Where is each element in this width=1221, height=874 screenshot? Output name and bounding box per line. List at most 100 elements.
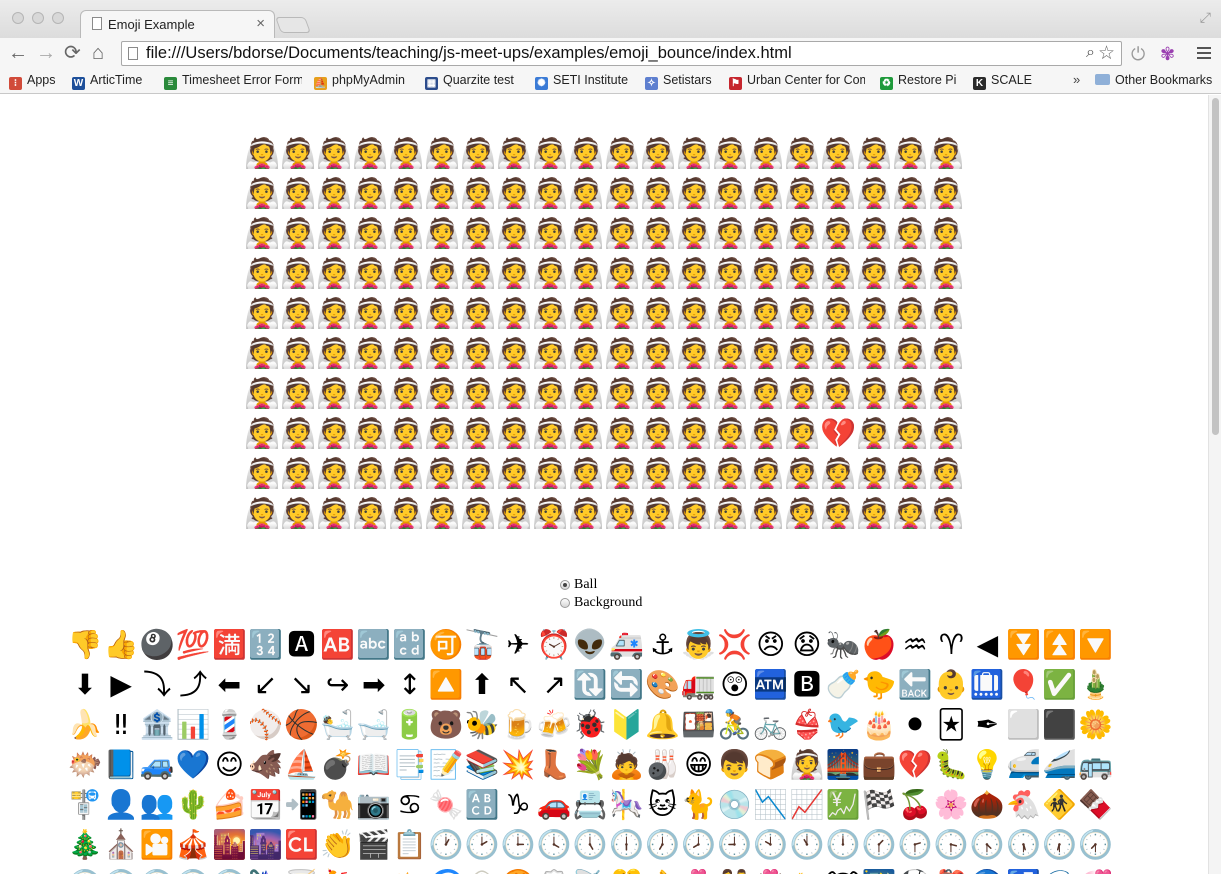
- palette-emoji-option[interactable]: ↕: [392, 667, 428, 703]
- bookmark-scale[interactable]: K SCALE: [973, 73, 1032, 90]
- palette-emoji-option[interactable]: 🔵: [969, 867, 1005, 874]
- palette-emoji-option[interactable]: 🍬: [428, 787, 464, 823]
- grid-tile[interactable]: 👰: [424, 295, 460, 331]
- palette-emoji-option[interactable]: 👼: [681, 627, 717, 663]
- grid-tile[interactable]: 👰: [388, 295, 424, 331]
- palette-emoji-option[interactable]: 🕓: [536, 827, 572, 863]
- palette-emoji-option[interactable]: 🚄: [1042, 747, 1078, 783]
- palette-emoji-option[interactable]: 🍌: [67, 707, 103, 743]
- palette-emoji-option[interactable]: 💡: [969, 747, 1005, 783]
- palette-emoji-option[interactable]: 🚑: [608, 627, 644, 663]
- grid-tile[interactable]: 👰: [604, 335, 640, 371]
- grid-tile[interactable]: 👰: [712, 495, 748, 531]
- palette-emoji-option[interactable]: 🃏: [933, 707, 969, 743]
- palette-emoji-option[interactable]: 😁: [681, 747, 717, 783]
- palette-emoji-option[interactable]: 🍥: [536, 867, 572, 874]
- grid-tile[interactable]: 👰: [892, 455, 928, 491]
- palette-emoji-option[interactable]: 🐮: [825, 867, 861, 874]
- palette-emoji-option[interactable]: 🕒: [500, 827, 536, 863]
- palette-emoji-option[interactable]: 🎪: [175, 827, 211, 863]
- grid-tile[interactable]: 👰: [532, 215, 568, 251]
- palette-emoji-option[interactable]: 🎠: [608, 787, 644, 823]
- palette-emoji-option[interactable]: ♋: [392, 787, 428, 823]
- palette-emoji-option[interactable]: 🚏: [67, 787, 103, 823]
- palette-emoji-option[interactable]: 💢: [717, 627, 753, 663]
- grid-tile[interactable]: 👰: [388, 495, 424, 531]
- grid-tile[interactable]: 👰: [856, 295, 892, 331]
- grid-tile[interactable]: 👰: [460, 295, 496, 331]
- grid-tile[interactable]: 👰: [280, 495, 316, 531]
- palette-emoji-option[interactable]: 🕠: [1005, 827, 1041, 863]
- palette-emoji-option[interactable]: ♈: [933, 627, 969, 663]
- palette-emoji-option[interactable]: 🍙: [464, 867, 500, 874]
- grid-tile[interactable]: 👰: [748, 415, 784, 451]
- grid-tile[interactable]: 👰: [424, 455, 460, 491]
- bookmark-phpmyadmin[interactable]: ⛵ phpMyAdmin: [314, 73, 405, 90]
- palette-emoji-option[interactable]: 🍒: [897, 787, 933, 823]
- fullscreen-icon[interactable]: ⤢: [1200, 9, 1211, 26]
- palette-emoji-option[interactable]: 🚲: [753, 707, 789, 743]
- grid-tile[interactable]: 👰: [280, 455, 316, 491]
- palette-emoji-option[interactable]: 🔢: [247, 627, 283, 663]
- grid-tile[interactable]: 👰: [928, 175, 964, 211]
- grid-tile[interactable]: 👰: [784, 255, 820, 291]
- grid-tile[interactable]: 👰: [532, 135, 568, 171]
- palette-emoji-option[interactable]: 🕣: [67, 867, 103, 874]
- palette-emoji-option[interactable]: 🅱: [789, 667, 825, 703]
- palette-emoji-option[interactable]: 🕑: [464, 827, 500, 863]
- palette-emoji-option[interactable]: 🔡: [392, 627, 428, 663]
- palette-emoji-option[interactable]: 🆎: [320, 627, 356, 663]
- grid-tile[interactable]: 👰: [748, 215, 784, 251]
- palette-emoji-option[interactable]: 🅰: [284, 627, 320, 663]
- grid-tile[interactable]: 👰: [496, 415, 532, 451]
- palette-emoji-option[interactable]: 🕗: [681, 827, 717, 863]
- grid-tile[interactable]: 👰: [820, 175, 856, 211]
- grid-tile[interactable]: 👰: [856, 495, 892, 531]
- grid-tile[interactable]: 👰: [460, 375, 496, 411]
- palette-emoji-option[interactable]: 💼: [861, 747, 897, 783]
- grid-tile[interactable]: 👰: [496, 335, 532, 371]
- grid-tile[interactable]: 👰: [460, 335, 496, 371]
- palette-emoji-option[interactable]: 🎬: [356, 827, 392, 863]
- palette-emoji-option[interactable]: 🐞: [572, 707, 608, 743]
- grid-tile[interactable]: 👰: [388, 335, 424, 371]
- grid-tile[interactable]: 👰: [568, 135, 604, 171]
- palette-emoji-option[interactable]: 🎳: [645, 747, 681, 783]
- palette-emoji-option[interactable]: ⤵: [139, 667, 175, 703]
- palette-emoji-option[interactable]: 😊: [211, 747, 247, 783]
- palette-emoji-option[interactable]: 🏦: [139, 707, 175, 743]
- grid-tile[interactable]: 👰: [928, 455, 964, 491]
- grid-tile[interactable]: 👰: [676, 295, 712, 331]
- grid-tile[interactable]: 👰: [640, 335, 676, 371]
- grid-tile[interactable]: 👰: [316, 455, 352, 491]
- palette-emoji-option[interactable]: 🎊: [608, 867, 644, 874]
- palette-emoji-option[interactable]: 🔰: [608, 707, 644, 743]
- grid-tile[interactable]: 👰: [640, 255, 676, 291]
- grid-tile[interactable]: 👰: [280, 215, 316, 251]
- grid-tile[interactable]: 👰: [712, 415, 748, 451]
- palette-emoji-option[interactable]: ⏰: [536, 627, 572, 663]
- palette-emoji-option[interactable]: 🌂: [247, 867, 283, 874]
- grid-tile[interactable]: 👰: [712, 255, 748, 291]
- palette-emoji-option[interactable]: ✅: [1042, 667, 1078, 703]
- palette-emoji-option[interactable]: 🐤: [861, 667, 897, 703]
- grid-tile[interactable]: 👰: [604, 495, 640, 531]
- palette-emoji-option[interactable]: 🌇: [211, 827, 247, 863]
- grid-tile[interactable]: 👰: [892, 295, 928, 331]
- palette-emoji-option[interactable]: 💑: [681, 867, 717, 874]
- grid-tile[interactable]: 👰: [280, 335, 316, 371]
- grid-tile[interactable]: 👰: [676, 335, 712, 371]
- grid-tile[interactable]: 👰: [280, 295, 316, 331]
- palette-emoji-option[interactable]: 🍱: [681, 707, 717, 743]
- palette-emoji-option[interactable]: 👶: [933, 667, 969, 703]
- palette-emoji-option[interactable]: 🕖: [645, 827, 681, 863]
- grid-tile[interactable]: 👰: [388, 175, 424, 211]
- palette-emoji-option[interactable]: 🛃: [1005, 867, 1041, 874]
- palette-emoji-option[interactable]: ⬇: [67, 667, 103, 703]
- grid-tile[interactable]: 👰: [424, 335, 460, 371]
- grid-tile[interactable]: 👰: [388, 135, 424, 171]
- palette-emoji-option[interactable]: 🍼: [825, 667, 861, 703]
- palette-emoji-option[interactable]: 🕟: [969, 827, 1005, 863]
- palette-emoji-option[interactable]: 📑: [392, 747, 428, 783]
- bookmark-urban-center[interactable]: ⚑Urban Center for Computation: [729, 73, 865, 90]
